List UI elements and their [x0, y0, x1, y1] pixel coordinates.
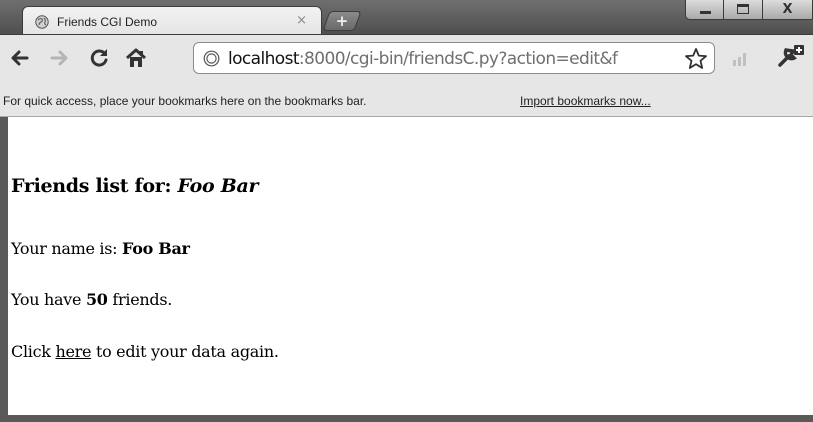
click-suffix: to edit your data again.	[95, 342, 279, 361]
maximize-button[interactable]	[724, 0, 763, 20]
friends-suffix: friends.	[112, 290, 173, 309]
heading-name: Foo Bar	[177, 175, 259, 197]
close-icon: X	[782, 2, 793, 17]
close-window-button[interactable]: X	[763, 0, 813, 20]
home-icon[interactable]	[124, 47, 148, 69]
import-bookmarks-link[interactable]: Import bookmarks now...	[520, 94, 651, 108]
click-prefix: Click	[11, 342, 51, 361]
name-prefix: Your name is:	[11, 239, 118, 258]
new-tab-button[interactable]: +	[322, 11, 362, 31]
window-controls: X	[685, 0, 813, 22]
url-host: localhost	[228, 49, 300, 69]
edit-here-link[interactable]: here	[55, 342, 91, 361]
tab-title: Friends CGI Demo	[57, 15, 158, 29]
reload-icon[interactable]	[88, 47, 110, 69]
minimize-icon	[700, 11, 711, 14]
star-icon[interactable]	[684, 47, 708, 70]
tab-friends-cgi-demo[interactable]: Friends CGI Demo ×	[22, 6, 322, 36]
url-text[interactable]: localhost:8000/cgi-bin/friendsC.py?actio…	[228, 48, 684, 70]
edit-paragraph: Click here to edit your data again.	[11, 342, 279, 361]
maximize-icon	[737, 4, 749, 14]
friends-prefix: You have	[11, 290, 82, 309]
friends-list-heading: Friends list for: Foo Bar	[11, 175, 259, 197]
page-info-globe-icon[interactable]	[203, 50, 220, 67]
minimize-button[interactable]	[685, 0, 724, 20]
plus-icon: +	[335, 12, 349, 30]
signal-bars-icon[interactable]	[731, 51, 749, 67]
friends-count-paragraph: You have 50 friends.	[11, 290, 172, 309]
heading-prefix: Friends list for:	[11, 175, 172, 197]
bookmarks-bar-message: For quick access, place your bookmarks h…	[3, 94, 367, 108]
toolbar: localhost:8000/cgi-bin/friendsC.py?actio…	[0, 34, 813, 84]
bookmarks-bar: For quick access, place your bookmarks h…	[0, 84, 813, 117]
forward-arrow-icon[interactable]	[49, 47, 71, 69]
back-arrow-icon[interactable]	[8, 47, 30, 69]
tab-close-icon[interactable]: ×	[296, 13, 307, 28]
window-bottom-border	[0, 415, 813, 422]
name-paragraph: Your name is: Foo Bar	[11, 239, 190, 258]
title-bar: Friends CGI Demo × + X	[0, 0, 813, 36]
wrench-icon[interactable]	[776, 43, 806, 71]
name-value: Foo Bar	[122, 239, 190, 258]
document-body: Friends list for: Foo Bar Your name is: …	[10, 117, 805, 415]
url-path: :8000/cgi-bin/friendsC.py?action=edit&f	[298, 49, 618, 69]
address-bar[interactable]: localhost:8000/cgi-bin/friendsC.py?actio…	[193, 42, 715, 74]
friends-count: 50	[85, 290, 108, 309]
globe-icon	[35, 15, 49, 29]
